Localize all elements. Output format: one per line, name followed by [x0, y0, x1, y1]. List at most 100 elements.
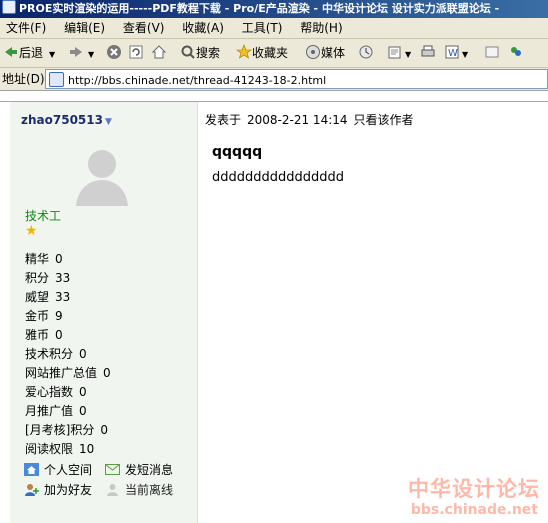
window-titlebar: PROE实时渲染的运用-----PDF教程下载 - Pro/E产品渲染 - 中华… [0, 0, 548, 18]
mail-button[interactable]: ▼ [387, 43, 411, 63]
media-label: 媒体 [321, 46, 346, 60]
print-button[interactable] [420, 43, 436, 63]
stat-row: 网站推广总值 0 [25, 364, 111, 383]
back-button[interactable]: 后退 ▼ [3, 43, 55, 63]
discuss-button[interactable] [484, 43, 500, 63]
stat-row: 爱心指数 0 [25, 383, 111, 402]
stat-row: 金币 9 [25, 307, 111, 326]
menu-bar: 文件(F) 编辑(E) 查看(V) 收藏(A) 工具(T) 帮助(H) [0, 18, 548, 39]
edit-dropdown-icon[interactable]: ▼ [462, 50, 468, 59]
toolbar: 后退 ▼ ▼ 搜索 收藏夹 媒体 ▼ W ▼ [0, 39, 548, 68]
menu-tools[interactable]: 工具(T) [242, 21, 283, 35]
stat-row: 雅币 0 [25, 326, 111, 345]
back-dropdown-icon[interactable]: ▼ [49, 50, 55, 59]
stat-value: 0 [55, 252, 63, 266]
home-button[interactable] [151, 43, 167, 63]
history-icon [358, 44, 374, 60]
stat-row: 积分 33 [25, 269, 111, 288]
personal-space-label: 个人空间 [44, 463, 93, 477]
send-message-link[interactable]: 发短消息 [105, 462, 173, 478]
avatar-placeholder-icon [76, 150, 128, 206]
edit-document-icon: W [444, 44, 460, 60]
page-icon [49, 72, 64, 87]
site-watermark: 中华设计论坛 bbs.chinade.net [400, 477, 548, 523]
menu-help[interactable]: 帮助(H) [300, 21, 342, 35]
stat-value: 0 [79, 385, 87, 399]
add-friend-link[interactable]: 加为好友 [24, 482, 92, 498]
svg-text:W: W [448, 48, 458, 59]
user-rank: 技术工 [25, 209, 62, 223]
stat-value: 9 [55, 309, 63, 323]
stop-icon [106, 44, 122, 60]
forward-dropdown-icon[interactable]: ▼ [88, 50, 94, 59]
address-bar: 地址(D) http://bbs.chinade.net/thread-4124… [0, 68, 548, 91]
mail-dropdown-icon[interactable]: ▼ [405, 50, 411, 59]
add-friend-label: 加为好友 [44, 483, 93, 497]
menu-favorites[interactable]: 收藏(A) [182, 21, 224, 35]
post-meta: 发表于 2008-2-21 14:14 只看该作者 [205, 111, 420, 128]
stat-value: 33 [55, 290, 71, 304]
stat-label: 精华 [25, 252, 50, 266]
stat-label: 网站推广总值 [25, 366, 98, 380]
author-only-link[interactable]: 只看该作者 [354, 113, 414, 127]
watermark-title: 中华设计论坛 [408, 476, 540, 501]
envelope-icon [105, 463, 120, 476]
stat-label: 月推广值 [25, 404, 74, 418]
address-label: 地址(D) [2, 72, 45, 86]
messenger-button[interactable] [508, 43, 524, 63]
mail-icon [387, 44, 403, 60]
menu-file[interactable]: 文件(F) [6, 21, 46, 35]
refresh-button[interactable] [128, 43, 144, 63]
rank-star-icon: ★ [25, 223, 38, 239]
posted-label: 发表于 [205, 113, 242, 127]
author-sidebar: zhao750513 ▼ 技术工 ★ 精华 0 积分 33 威望 33 金币 9 雅币 0 … [10, 102, 198, 523]
history-button[interactable] [358, 43, 374, 63]
stat-label: 雅币 [25, 328, 50, 342]
edit-button[interactable]: W ▼ [444, 43, 468, 63]
personal-space-link[interactable]: 个人空间 [24, 462, 92, 478]
stat-label: 积分 [25, 271, 50, 285]
stat-value: 10 [79, 442, 95, 456]
discuss-icon [484, 44, 500, 60]
add-friend-icon [24, 483, 39, 496]
menu-view[interactable]: 查看(V) [123, 21, 165, 35]
stop-button[interactable] [106, 43, 122, 63]
forward-button[interactable]: ▼ [68, 43, 94, 63]
user-stats: 精华 0 积分 33 威望 33 金币 9 雅币 0 技术积分 0 网站推广总值 0 爱心指数… [25, 250, 111, 459]
menu-edit[interactable]: 编辑(E) [64, 21, 105, 35]
stat-label: 阅读权限 [25, 442, 74, 456]
media-button[interactable]: 媒体 [305, 43, 345, 63]
search-icon [180, 44, 196, 60]
post-body: dddddddddddddddd [212, 170, 345, 185]
author-name[interactable]: zhao750513 ▼ [21, 113, 112, 127]
post-date: 2008-2-21 14:14 [247, 113, 348, 127]
stat-label: 金币 [25, 309, 50, 323]
search-button[interactable]: 搜索 [180, 43, 220, 63]
post-title: qqqqq [212, 144, 263, 160]
home-icon [151, 44, 167, 60]
stat-value: 0 [103, 366, 111, 380]
offline-user-icon [105, 483, 120, 496]
stat-row: 月推广值 0 [25, 402, 111, 421]
address-input[interactable]: http://bbs.chinade.net/thread-41243-18-2… [45, 69, 548, 89]
stat-value: 33 [55, 271, 71, 285]
chevron-down-icon[interactable]: ▼ [105, 117, 112, 127]
send-message-label: 发短消息 [125, 463, 174, 477]
media-icon [305, 44, 321, 60]
favorites-button[interactable]: 收藏夹 [236, 43, 288, 63]
search-label: 搜索 [196, 46, 221, 60]
back-arrow-icon [3, 44, 19, 60]
page-content: zhao750513 ▼ 技术工 ★ 精华 0 积分 33 威望 33 金币 9 雅币 0 … [0, 91, 548, 523]
forward-arrow-icon [68, 44, 84, 60]
favorites-star-icon [236, 44, 252, 60]
stat-value: 0 [79, 347, 87, 361]
address-url: http://bbs.chinade.net/thread-41243-18-2… [68, 74, 327, 87]
messenger-icon [508, 44, 524, 60]
favorites-label: 收藏夹 [252, 46, 289, 60]
stat-label: 爱心指数 [25, 385, 74, 399]
home-icon [24, 463, 39, 476]
stat-value: 0 [55, 328, 63, 342]
back-label: 后退 [19, 46, 44, 60]
stat-row: 精华 0 [25, 250, 111, 269]
avatar [70, 142, 134, 206]
